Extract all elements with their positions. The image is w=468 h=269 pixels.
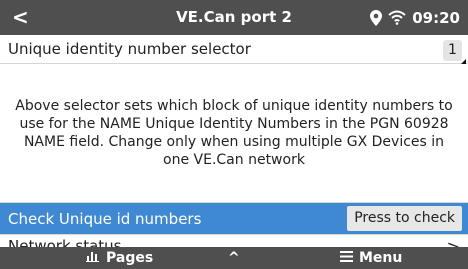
bottom-bar: Pages ^ Menu [0, 247, 468, 269]
hamburger-icon [340, 250, 353, 266]
description-text: Above selector sets which block of uniqu… [15, 98, 453, 168]
pages-button[interactable]: Pages [86, 247, 153, 269]
menu-button[interactable]: Menu [340, 247, 402, 269]
selector-label: Unique identity number selector [8, 40, 251, 58]
wifi-icon [388, 10, 406, 25]
unique-identity-selector-row[interactable]: Unique identity number selector 1 [0, 35, 468, 64]
location-pin-icon [370, 9, 383, 26]
check-unique-ids-row[interactable]: Check Unique id numbers Press to check [0, 203, 468, 234]
check-unique-ids-label: Check Unique id numbers [8, 209, 202, 228]
scroll-up-button[interactable]: ^ [228, 247, 240, 269]
clock-time: 09:20 [412, 8, 460, 27]
pages-label: Pages [106, 250, 154, 266]
menu-label: Menu [359, 250, 403, 266]
selector-description: Above selector sets which block of uniqu… [0, 64, 468, 203]
pages-icon [86, 250, 100, 266]
selector-value[interactable]: 1 [443, 40, 462, 61]
chevron-up-icon: ^ [228, 250, 240, 266]
status-area: 09:20 [370, 0, 460, 35]
top-bar: < VE.Can port 2 09:20 [0, 0, 468, 35]
press-to-check-button[interactable]: Press to check [347, 206, 462, 231]
